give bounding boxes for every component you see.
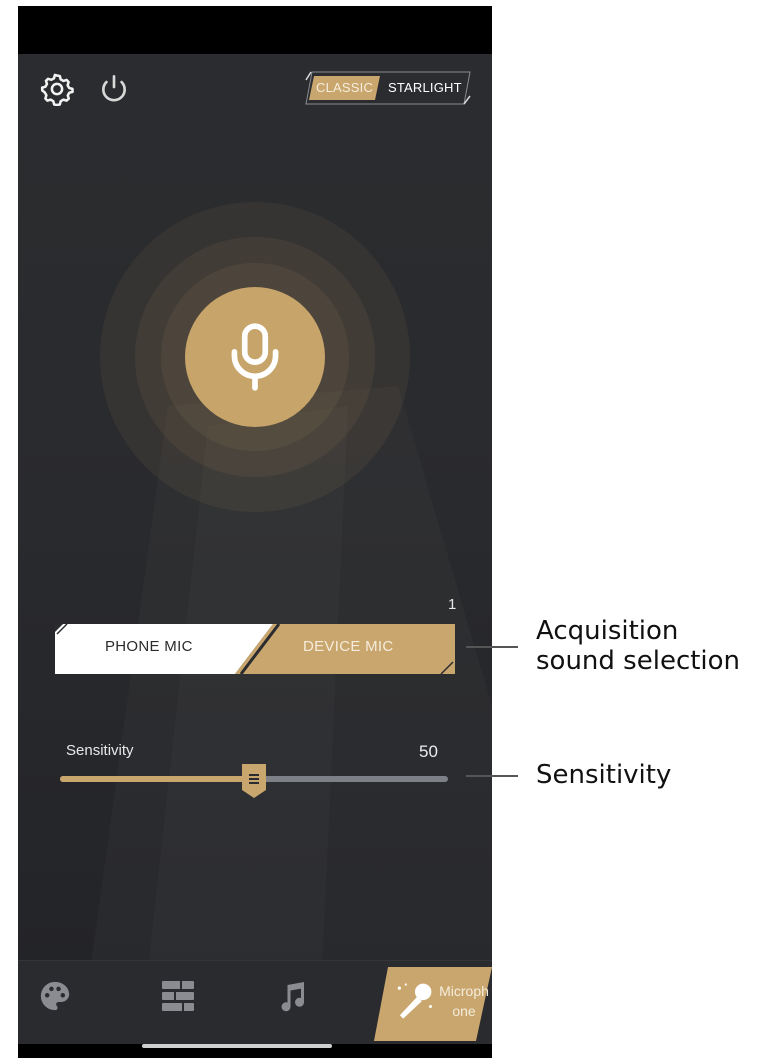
- annotation-acquisition: Acquisition sound selection: [536, 616, 741, 676]
- mode-classic-option[interactable]: CLASSIC: [316, 80, 373, 95]
- home-indicator[interactable]: [142, 1044, 332, 1048]
- bottom-tab-bar: Microphone: [18, 960, 492, 1045]
- microphone-button[interactable]: [185, 287, 325, 427]
- microphone-icon: [231, 323, 279, 391]
- app-screen: CLASSIC STARLIGHT 1 PHONE MIC DEVICE MIC…: [18, 6, 492, 1058]
- karaoke-mic-icon: [397, 983, 432, 1019]
- annotation-sensitivity: Sensitivity: [536, 760, 672, 790]
- mode-starlight-option[interactable]: STARLIGHT: [388, 80, 462, 95]
- background-light-beam: [18, 6, 492, 1058]
- sensitivity-value: 50: [419, 742, 438, 761]
- tab-microphone-label: Microphone: [439, 983, 489, 1019]
- annotation-line-acquisition: [466, 646, 518, 648]
- phone-mic-option[interactable]: PHONE MIC: [105, 638, 193, 655]
- power-icon[interactable]: [98, 72, 130, 106]
- mic-visualizer: [100, 202, 410, 512]
- palette-icon[interactable]: [38, 979, 72, 1013]
- mic-source-selector[interactable]: PHONE MIC DEVICE MIC: [55, 618, 455, 674]
- music-note-icon[interactable]: [274, 979, 310, 1015]
- slider-thumb[interactable]: [240, 762, 268, 800]
- device-mic-option[interactable]: DEVICE MIC: [303, 638, 394, 655]
- channel-count: 1: [448, 596, 457, 613]
- sensitivity-slider[interactable]: [60, 762, 450, 800]
- mode-toggle[interactable]: CLASSIC STARLIGHT: [304, 70, 474, 106]
- slider-fill: [60, 776, 254, 782]
- status-bar: [18, 6, 492, 54]
- settings-gear-icon[interactable]: [40, 72, 74, 107]
- sensitivity-label: Sensitivity: [66, 742, 134, 759]
- tab-microphone[interactable]: Microphone: [374, 965, 492, 1043]
- segments-icon[interactable]: [160, 979, 196, 1013]
- annotation-line-sensitivity: [466, 775, 518, 777]
